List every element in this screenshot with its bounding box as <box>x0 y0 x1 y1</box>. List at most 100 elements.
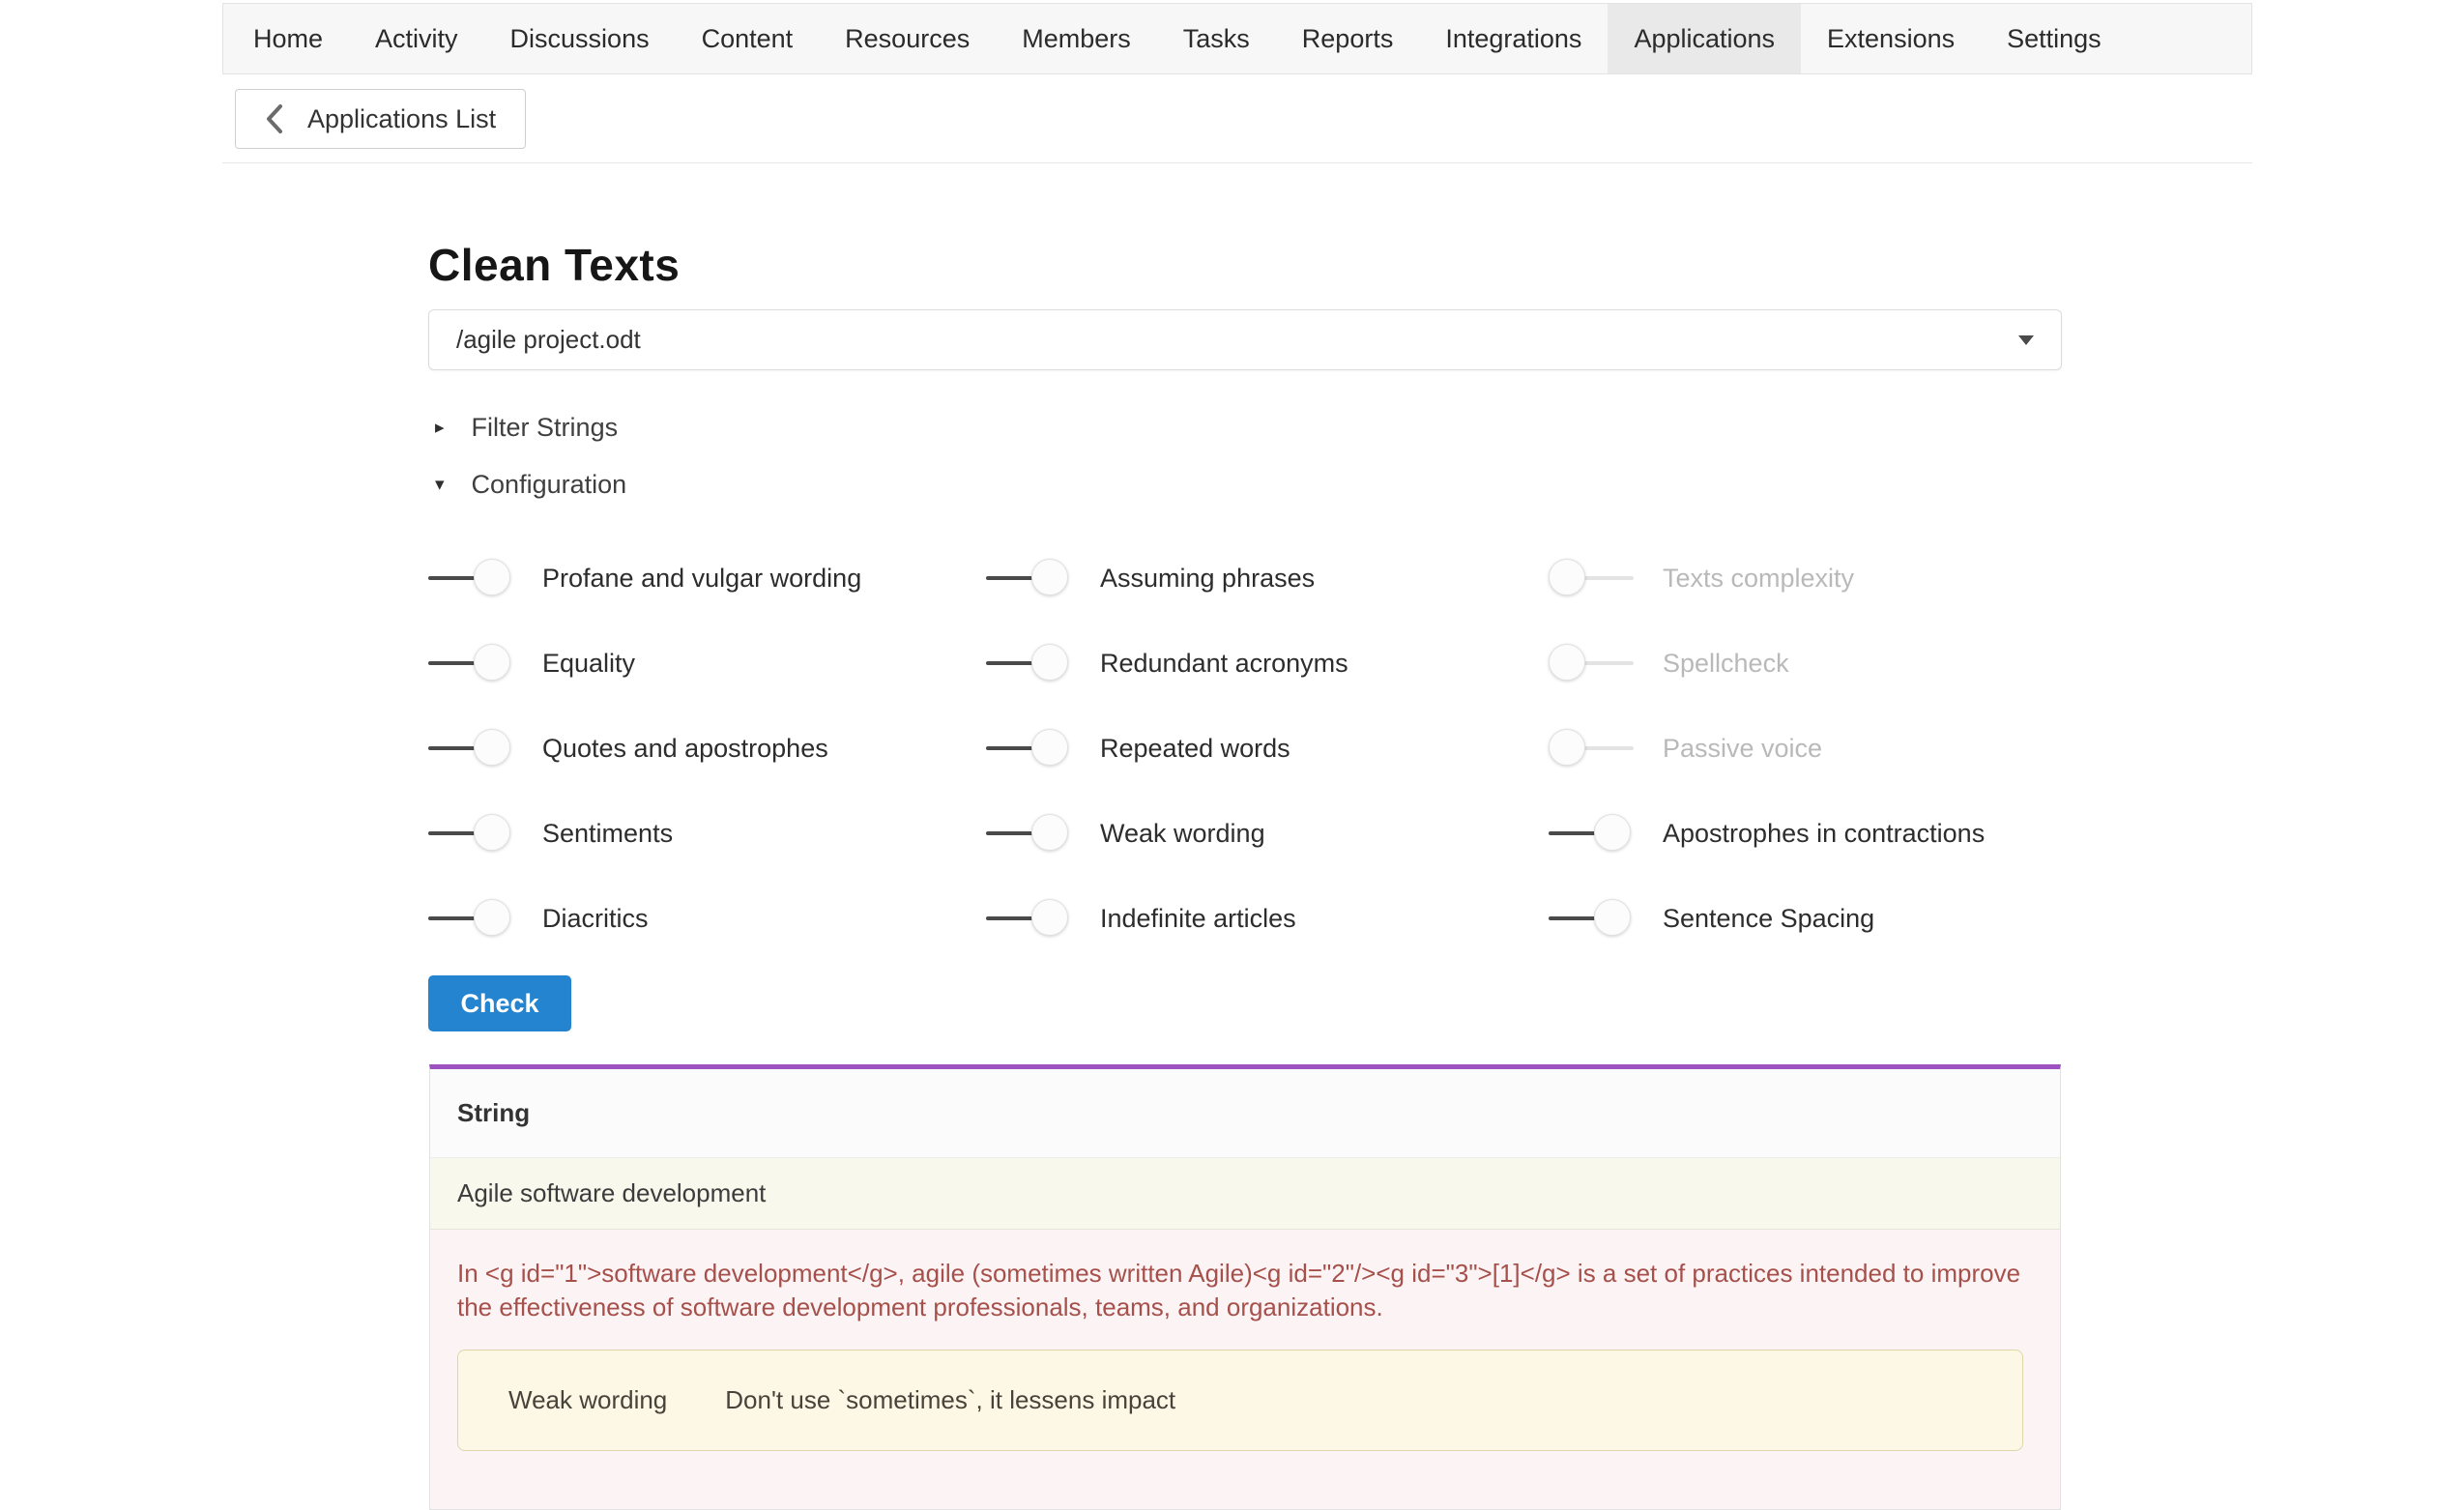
toggle-label: Assuming phrases <box>1100 564 1315 594</box>
toggle-row: Diacritics <box>428 899 861 938</box>
results-header: String <box>430 1069 2060 1158</box>
nav-item-label: Integrations <box>1445 24 1581 54</box>
toggle-equality[interactable] <box>428 644 513 682</box>
string-value-row[interactable]: Agile software development <box>430 1158 2060 1230</box>
configuration-label: Configuration <box>472 470 627 500</box>
toggle-row: Sentiments <box>428 814 861 853</box>
toggle-texts-complexity[interactable] <box>1549 559 1634 597</box>
toggle-weak-wording[interactable] <box>986 814 1071 853</box>
nav-item-label: Members <box>1022 24 1131 54</box>
nav-item-label: Extensions <box>1827 24 1955 54</box>
toggle-row: Repeated words <box>986 729 1348 768</box>
nav-item-discussions[interactable]: Discussions <box>484 4 676 73</box>
toggle-knob-icon <box>474 559 510 595</box>
nav-item-settings[interactable]: Settings <box>1981 4 2128 73</box>
toggle-knob-icon <box>1594 814 1631 851</box>
nav-item-applications[interactable]: Applications <box>1608 4 1801 73</box>
toggle-track-icon <box>1578 576 1634 580</box>
toggle-label: Sentence Spacing <box>1663 904 1874 934</box>
toggle-label: Equality <box>542 649 635 679</box>
toggle-row: Assuming phrases <box>986 559 1348 597</box>
back-to-applications-list-button[interactable]: Applications List <box>235 89 526 149</box>
toggle-row: Indefinite articles <box>986 899 1348 938</box>
chevron-down-icon <box>2018 335 2034 345</box>
toggle-redundant-acronyms[interactable] <box>986 644 1071 682</box>
issue-message: Don't use `sometimes`, it lessens impact <box>725 1385 1175 1415</box>
configuration-section-toggle[interactable]: ▾ Configuration <box>435 470 626 500</box>
toggle-row: Spellcheck <box>1549 644 1985 682</box>
toggle-indefinite-articles[interactable] <box>986 899 1071 938</box>
toggle-profane-and-vulgar-wording[interactable] <box>428 559 513 597</box>
toggle-label: Diacritics <box>542 904 649 934</box>
toggle-label: Spellcheck <box>1663 649 1789 679</box>
nav-item-tasks[interactable]: Tasks <box>1157 4 1276 73</box>
toggle-knob-icon <box>1549 644 1585 681</box>
nav-item-label: Home <box>253 24 323 54</box>
filter-strings-label: Filter Strings <box>472 413 619 443</box>
toggle-knob-icon <box>474 899 510 936</box>
toggle-knob-icon <box>1031 729 1068 766</box>
toggle-knob-icon <box>1594 899 1631 936</box>
top-nav: Home Activity Discussions Content Resour… <box>222 3 2252 74</box>
issue-type: Weak wording <box>508 1385 667 1415</box>
toggle-row: Weak wording <box>986 814 1348 853</box>
toggle-row: Quotes and apostrophes <box>428 729 861 768</box>
toggle-sentence-spacing[interactable] <box>1549 899 1634 938</box>
filter-strings-section-toggle[interactable]: ▸ Filter Strings <box>435 413 618 443</box>
toggle-row: Profane and vulgar wording <box>428 559 861 597</box>
toggle-assuming-phrases[interactable] <box>986 559 1071 597</box>
nav-item-members[interactable]: Members <box>996 4 1157 73</box>
nav-item-label: Tasks <box>1183 24 1250 54</box>
toggle-knob-icon <box>1031 814 1068 851</box>
toggle-row: Apostrophes in contractions <box>1549 814 1985 853</box>
toggle-repeated-words[interactable] <box>986 729 1071 768</box>
file-select-dropdown[interactable]: /agile project.odt <box>428 309 2062 370</box>
toggle-label: Texts complexity <box>1663 564 1854 594</box>
nav-item-home[interactable]: Home <box>227 4 349 73</box>
toggle-column: Profane and vulgar wording Equality Quot… <box>428 559 861 938</box>
toggle-row: Texts complexity <box>1549 559 1985 597</box>
back-button-label: Applications List <box>307 104 496 134</box>
nav-item-resources[interactable]: Resources <box>819 4 996 73</box>
toggle-row: Redundant acronyms <box>986 644 1348 682</box>
toggle-knob-icon <box>1549 559 1585 595</box>
toggle-quotes-and-apostrophes[interactable] <box>428 729 513 768</box>
nav-item-label: Applications <box>1634 24 1775 54</box>
nav-item-extensions[interactable]: Extensions <box>1801 4 1981 73</box>
nav-item-label: Resources <box>845 24 970 54</box>
toggle-knob-icon <box>474 814 510 851</box>
issue-section: In <g id="1">software development</g>, a… <box>430 1230 2060 1509</box>
toggle-apostrophes-in-contractions[interactable] <box>1549 814 1634 853</box>
toggle-track-icon <box>1578 746 1634 750</box>
check-button[interactable]: Check <box>428 975 571 1031</box>
nav-item-label: Reports <box>1302 24 1394 54</box>
nav-item-label: Discussions <box>510 24 650 54</box>
nav-item-activity[interactable]: Activity <box>349 4 484 73</box>
toggle-knob-icon <box>474 729 510 766</box>
nav-item-label: Activity <box>375 24 458 54</box>
toggle-column: Assuming phrases Redundant acronyms Repe… <box>986 559 1348 938</box>
toggle-passive-voice[interactable] <box>1549 729 1634 768</box>
toggle-row: Sentence Spacing <box>1549 899 1985 938</box>
toggle-label: Quotes and apostrophes <box>542 734 828 764</box>
toggle-label: Redundant acronyms <box>1100 649 1348 679</box>
nav-item-content[interactable]: Content <box>676 4 820 73</box>
caret-right-icon: ▸ <box>435 419 445 437</box>
nav-item-label: Content <box>702 24 794 54</box>
nav-item-label: Settings <box>2007 24 2102 54</box>
flagged-string-text: In <g id="1">software development</g>, a… <box>457 1257 2033 1324</box>
toggle-label: Sentiments <box>542 819 673 849</box>
toggle-knob-icon <box>1031 559 1068 595</box>
toggle-row: Passive voice <box>1549 729 1985 768</box>
toggle-label: Indefinite articles <box>1100 904 1296 934</box>
toggle-label: Profane and vulgar wording <box>542 564 861 594</box>
toggle-label: Passive voice <box>1663 734 1822 764</box>
nav-item-reports[interactable]: Reports <box>1276 4 1420 73</box>
toggle-sentiments[interactable] <box>428 814 513 853</box>
toggle-spellcheck[interactable] <box>1549 644 1634 682</box>
page-title: Clean Texts <box>428 239 680 291</box>
toggle-diacritics[interactable] <box>428 899 513 938</box>
header-divider <box>222 162 2252 163</box>
nav-item-integrations[interactable]: Integrations <box>1419 4 1608 73</box>
toggle-knob-icon <box>1031 644 1068 681</box>
